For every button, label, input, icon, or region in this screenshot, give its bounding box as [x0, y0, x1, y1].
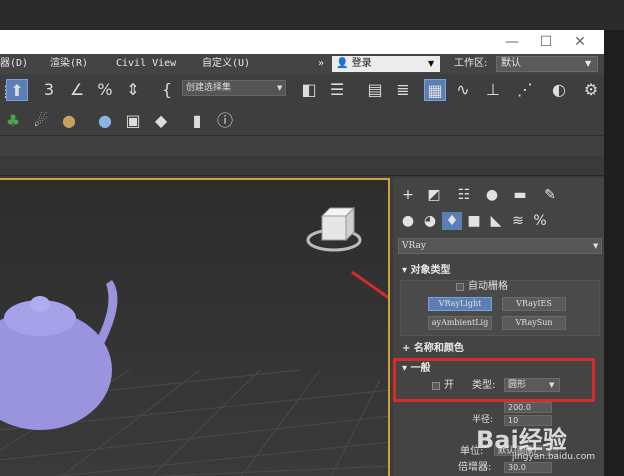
shapes-icon[interactable]: ◕ [420, 212, 440, 230]
close-button[interactable]: ✕ [568, 33, 592, 51]
create-tab-icon[interactable]: + [398, 186, 418, 204]
watermark-url: jingyan.baidu.com [512, 452, 596, 462]
plant-icon[interactable]: ♣ [2, 110, 24, 132]
lights-icon[interactable]: ♦ [442, 212, 462, 230]
schematic-view-icon[interactable]: ⋰ [514, 79, 536, 101]
space-warps-icon[interactable]: ≋ [508, 212, 528, 230]
dope-sheet-icon[interactable]: ⊥ [482, 79, 504, 101]
object-type-label: 对象类型 [410, 265, 451, 276]
sphere-render-icon[interactable]: ● [94, 110, 116, 132]
auto-grid-label: 自动栅格 [468, 281, 508, 292]
object-type-header[interactable]: ▾ 对象类型 [402, 264, 451, 278]
material-editor-icon[interactable]: ◐ [548, 79, 570, 101]
name-color-header[interactable]: + 名称和颜色 [402, 342, 464, 356]
render-setup-icon[interactable]: ⚙ [580, 79, 602, 101]
display-tab-icon[interactable]: ▬ [510, 186, 530, 204]
edit-named-selection-icon[interactable]: { [156, 79, 178, 101]
light-category-dropdown[interactable]: VRay ▼ [398, 238, 602, 254]
right-frame [604, 30, 624, 476]
workspace-value: 默认 [501, 58, 521, 69]
vrayies-button[interactable]: VRayIES [502, 297, 566, 311]
mirror-icon[interactable]: ◧ [298, 79, 320, 101]
toggle-ribbon-icon[interactable]: ≣ [392, 79, 414, 101]
chevron-down-icon: ▼ [585, 59, 592, 68]
curve-editor-icon[interactable]: ∿ [452, 79, 474, 101]
login-label: 登录 [351, 58, 372, 69]
menu-expand-icon[interactable]: » [318, 56, 324, 72]
angle-snap-icon[interactable]: ∠ [66, 79, 88, 101]
hair-fur-icon[interactable]: ☄ [30, 110, 52, 132]
viewport-canvas [0, 206, 388, 476]
perspective-viewport[interactable] [0, 178, 390, 476]
multiplier-spinner[interactable]: 30.0 [504, 462, 552, 473]
fur-ball-icon[interactable]: ● [58, 110, 80, 132]
spinner-snap-icon[interactable]: ⇕ [122, 79, 144, 101]
layer-manager-icon[interactable]: ▤ [364, 79, 386, 101]
expand-icon: + [402, 343, 414, 354]
cameras-icon[interactable]: ■ [464, 212, 484, 230]
outer-frame [0, 0, 624, 30]
workspace-dropdown[interactable]: 默认 ▼ [496, 56, 598, 72]
helpers-icon[interactable]: ◣ [486, 212, 506, 230]
multiplier-label: 倍增器: [458, 462, 492, 473]
systems-icon[interactable]: % [530, 212, 550, 230]
view-cube [306, 206, 362, 252]
ribbon-sub-bar [0, 156, 604, 176]
hierarchy-tab-icon[interactable]: ☷ [454, 186, 474, 204]
select-arrow-button[interactable]: ⬆ [6, 79, 28, 101]
workspace-label: 工作区: [454, 58, 488, 69]
menu-item-render[interactable]: 渲染(R) [50, 56, 88, 72]
frame-buffer-icon[interactable]: ▣ [122, 110, 144, 132]
vrayambientlight-button[interactable]: ayAmbientLig [428, 316, 492, 330]
modify-tab-icon[interactable]: ◩ [424, 186, 444, 204]
baidu-watermark: Bai经验 [476, 426, 567, 454]
name-color-label: 名称和颜色 [413, 343, 464, 354]
menu-item-civil-view[interactable]: Civil View [116, 56, 176, 72]
geometry-icon[interactable]: ● [398, 212, 418, 230]
highlight-box [393, 358, 595, 402]
selection-set-value: 创建选择集 [186, 83, 232, 93]
vray-toolbar [0, 106, 604, 136]
annotation-arrow [351, 270, 388, 300]
align-icon[interactable]: ☰ [326, 79, 348, 101]
menu-item-d[interactable]: 器(D) [0, 56, 28, 72]
light-category-value: VRay [402, 241, 426, 251]
snap-toggle-button[interactable]: 3 [38, 79, 60, 101]
collapse-icon: ▾ [402, 265, 411, 276]
target-distance-spinner[interactable]: 200.0 [504, 402, 552, 413]
utilities-tab-icon[interactable]: ✎ [540, 186, 560, 204]
user-icon: 👤 [336, 58, 349, 69]
snap-3d-label: 3 [43, 80, 55, 99]
auto-grid-checkbox[interactable] [456, 283, 464, 291]
login-dropdown[interactable]: 👤 登录 ▼ [332, 56, 440, 72]
teapot-render-icon[interactable]: ◆ [150, 110, 172, 132]
teapot [0, 280, 118, 430]
motion-tab-icon[interactable]: ● [482, 186, 502, 204]
menu-item-customize[interactable]: 自定义(U) [202, 56, 250, 72]
vraysun-button[interactable]: VRaySun [502, 316, 566, 330]
ribbon-bar [0, 136, 604, 156]
help-icon[interactable]: ⓘ [214, 110, 236, 132]
chevron-down-icon: ▼ [593, 242, 599, 250]
chevron-down-icon: ▼ [428, 59, 435, 68]
maximize-button[interactable]: ☐ [534, 33, 558, 51]
chevron-down-icon: ▼ [277, 84, 283, 92]
scene-explorer-button[interactable]: ▦ [424, 79, 446, 101]
script-icon[interactable]: ▮ [186, 110, 208, 132]
minimize-button[interactable]: — [500, 33, 524, 51]
percent-snap-button[interactable]: % [94, 79, 116, 101]
vraylight-button[interactable]: VRayLight [428, 297, 492, 311]
percent-label: % [97, 80, 113, 99]
selection-set-dropdown[interactable]: 创建选择集 ▼ [182, 80, 286, 96]
